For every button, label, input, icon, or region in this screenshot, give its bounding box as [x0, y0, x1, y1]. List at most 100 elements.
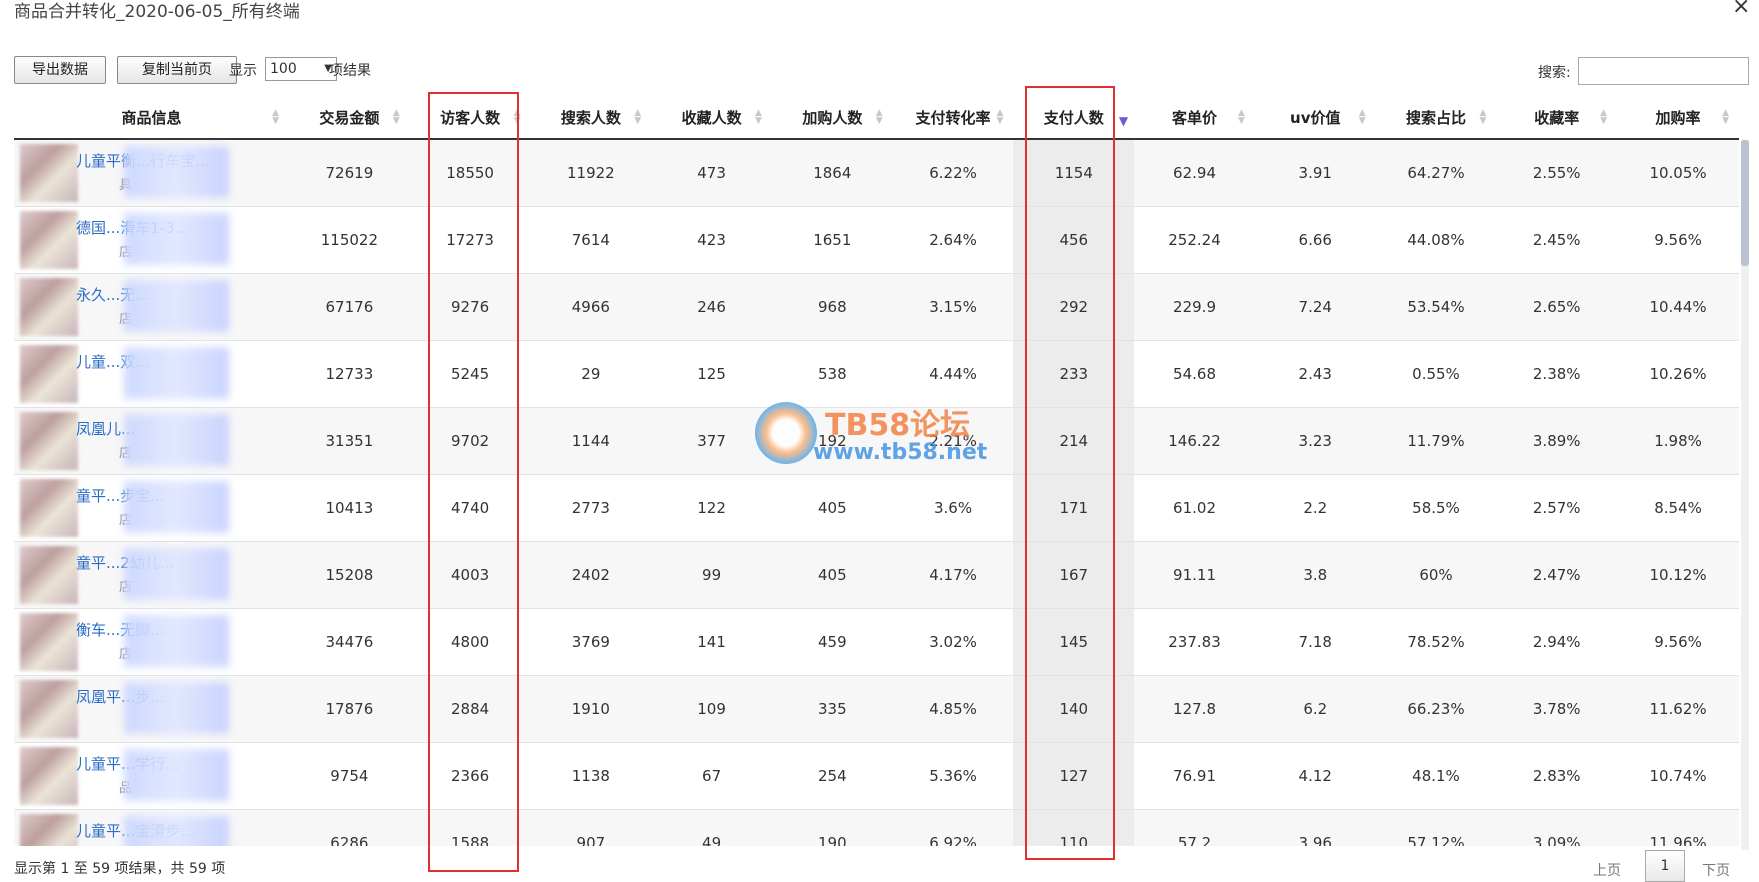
- copy-page-button[interactable]: 复制当前页: [117, 56, 237, 84]
- product-cell[interactable]: 童平...2幼儿...店: [14, 541, 290, 609]
- cell-fav-rate: 3.89%: [1496, 407, 1618, 475]
- product-cell[interactable]: 永久...无...店: [14, 273, 290, 341]
- product-thumbnail[interactable]: [20, 546, 78, 604]
- product-cell[interactable]: 儿童平...宝滑步...: [14, 809, 290, 846]
- table-row[interactable]: 永久...无...店67176927649662469683.15%292229…: [14, 273, 1739, 341]
- cell-fav: 377: [651, 407, 772, 475]
- table-row[interactable]: 童平...步宝...店10413474027731224053.6%17161.…: [14, 474, 1739, 542]
- table-row[interactable]: 凤凰平...步... 17876 2884 1910 109 335 4.85% 140 127…: [14, 675, 1739, 743]
- cell-cart: 1864: [771, 139, 893, 207]
- export-data-button[interactable]: 导出数据: [14, 56, 106, 84]
- page-number-button[interactable]: 1: [1645, 850, 1685, 882]
- column-header-label: 搜索占比: [1405, 108, 1466, 127]
- cell-amount: 15208: [289, 541, 410, 609]
- cell-search-ratio: 66.23%: [1375, 675, 1497, 743]
- table-row[interactable]: 德国...滑车1-3...店11502217273761442316512.64…: [14, 206, 1739, 274]
- cell-fav: 99: [651, 541, 772, 609]
- column-header[interactable]: 收藏率 ▲ ▼: [1496, 96, 1618, 140]
- page-size-value: 100: [270, 61, 297, 77]
- cell-aov: 237.83: [1134, 608, 1255, 676]
- cell-fav: 141: [651, 608, 772, 676]
- product-thumbnail[interactable]: [20, 814, 78, 846]
- column-header[interactable]: 搜索占比 ▲ ▼: [1375, 96, 1497, 140]
- table-row[interactable]: 衡车...无脚...店34476480037691414593.02%14523…: [14, 608, 1739, 676]
- page-size-select[interactable]: 100 ▼: [265, 57, 337, 81]
- redaction-blur: [124, 347, 229, 399]
- column-header[interactable]: 客单价 ▲ ▼: [1134, 96, 1255, 140]
- product-cell[interactable]: 儿童平衡...行车宝...具: [14, 139, 290, 207]
- cell-search: 29: [530, 340, 652, 408]
- cell-amount: 72619: [289, 139, 410, 207]
- cell-fav-rate: 2.83%: [1496, 742, 1618, 810]
- product-cell[interactable]: 儿童平...学行...品: [14, 742, 290, 810]
- close-icon[interactable]: ×: [1732, 0, 1750, 19]
- column-header[interactable]: 交易金额 ▲ ▼: [289, 96, 410, 140]
- cell-aov: 57.2: [1134, 809, 1255, 846]
- column-header-label: 交易金额: [319, 108, 380, 127]
- cell-uv: 6.66: [1254, 206, 1376, 274]
- product-cell[interactable]: 凤凰平...步...: [14, 675, 290, 743]
- table-row[interactable]: 儿童...双... 12733 5245 29 125 538 4.44% 233 54.68 2…: [14, 340, 1739, 408]
- product-thumbnail[interactable]: [20, 680, 78, 738]
- sort-icon: ▲ ▼: [1479, 108, 1487, 126]
- cell-fav-rate: 2.45%: [1496, 206, 1618, 274]
- product-thumbnail[interactable]: [20, 747, 78, 805]
- dialog-title: 商品合并转化_2020-06-05_所有终端: [14, 2, 300, 22]
- table-body: 儿童平衡...行车宝...具72619185501192247318646.22…: [14, 139, 1739, 846]
- cell-search-ratio: 60%: [1375, 541, 1497, 609]
- column-header[interactable]: 支付转化率 ▲ ▼: [892, 96, 1014, 140]
- cell-uv: 6.2: [1254, 675, 1376, 743]
- cell-fav-rate: 2.55%: [1496, 139, 1618, 207]
- cell-aov: 76.91: [1134, 742, 1255, 810]
- product-thumbnail[interactable]: [20, 278, 78, 336]
- cell-search-ratio: 0.55%: [1375, 340, 1497, 408]
- product-cell[interactable]: 儿童...双...: [14, 340, 290, 408]
- cell-aov: 61.02: [1134, 474, 1255, 542]
- prev-page-button[interactable]: 上页: [1593, 860, 1621, 880]
- column-header[interactable]: 加购率 ▲ ▼: [1617, 96, 1739, 140]
- product-thumbnail[interactable]: [20, 345, 78, 403]
- product-thumbnail[interactable]: [20, 479, 78, 537]
- cell-fav: 67: [651, 742, 772, 810]
- sort-icon: ▲ ▼: [755, 108, 762, 126]
- watermark-url: www.tb58.net: [813, 440, 988, 465]
- cell-cart-rate: 9.56%: [1617, 206, 1739, 274]
- search-label: 搜索:: [1538, 65, 1571, 81]
- cell-search-ratio: 53.54%: [1375, 273, 1497, 341]
- product-cell[interactable]: 童平...步宝...店: [14, 474, 290, 542]
- product-thumbnail[interactable]: [20, 613, 78, 671]
- column-header[interactable]: 搜索人数 ▲ ▼: [530, 96, 652, 140]
- table-row[interactable]: 儿童平衡...行车宝...具72619185501192247318646.22…: [14, 139, 1739, 207]
- column-header[interactable]: 收藏人数 ▲ ▼: [651, 96, 772, 140]
- product-cell[interactable]: 德国...滑车1-3...店: [14, 206, 290, 274]
- product-thumbnail[interactable]: [20, 144, 78, 202]
- column-header-label: uv价值: [1290, 108, 1341, 127]
- table-row[interactable]: 儿童平...宝滑步...62861588907491906.92%11057.2…: [14, 809, 1739, 846]
- table-row[interactable]: 童平...2幼儿...店1520840032402994054.17%16791…: [14, 541, 1739, 609]
- next-page-button[interactable]: 下页: [1702, 860, 1730, 880]
- cell-cart-rate: 1.98%: [1617, 407, 1739, 475]
- redaction-blur: [124, 682, 229, 734]
- product-cell[interactable]: 凤凰儿...店: [14, 407, 290, 475]
- column-header[interactable]: 商品信息 ▲ ▼: [14, 96, 290, 140]
- vertical-scrollbar[interactable]: [1741, 140, 1749, 850]
- column-header[interactable]: uv价值 ▲ ▼: [1254, 96, 1376, 140]
- product-thumbnail[interactable]: [20, 211, 78, 269]
- cell-search: 1144: [530, 407, 652, 475]
- cell-search: 2773: [530, 474, 652, 542]
- scrollbar-thumb[interactable]: [1741, 140, 1749, 266]
- cell-search-ratio: 64.27%: [1375, 139, 1497, 207]
- column-header-label: 客单价: [1172, 108, 1218, 127]
- cell-cart-rate: 10.26%: [1617, 340, 1739, 408]
- cell-search: 1910: [530, 675, 652, 743]
- product-thumbnail[interactable]: [20, 412, 78, 470]
- cell-conv: 5.36%: [892, 742, 1014, 810]
- product-cell[interactable]: 衡车...无脚...店: [14, 608, 290, 676]
- cell-search-ratio: 78.52%: [1375, 608, 1497, 676]
- column-header[interactable]: 加购人数 ▲ ▼: [771, 96, 893, 140]
- cell-uv: 7.24: [1254, 273, 1376, 341]
- table-row[interactable]: 儿童平...学行...品975423661138672545.36%12776.…: [14, 742, 1739, 810]
- search-input[interactable]: [1578, 57, 1749, 85]
- sort-icon: ▲ ▼: [392, 108, 400, 126]
- cell-fav-rate: 2.57%: [1496, 474, 1618, 542]
